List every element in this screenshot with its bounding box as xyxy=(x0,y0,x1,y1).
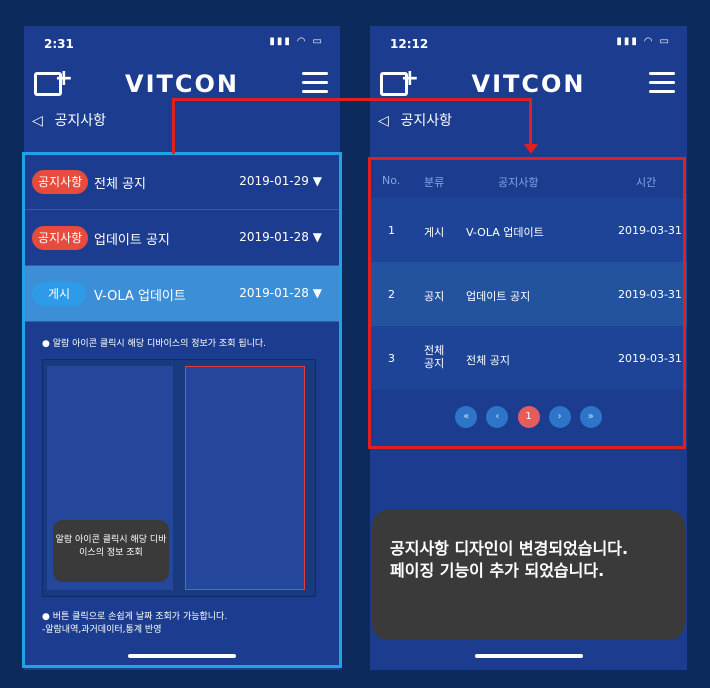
signal-wifi-battery-icon: ▮▮▮ ◠ ▭ xyxy=(269,36,324,47)
arrow-line xyxy=(172,98,532,101)
megaphone-icon: ◁ xyxy=(32,113,43,129)
notice-header: ◁ 공지사항 xyxy=(378,110,452,130)
menu-icon[interactable] xyxy=(302,72,328,94)
menu-icon[interactable] xyxy=(649,72,675,94)
megaphone-icon: ◁ xyxy=(378,113,389,129)
logo: VITCON xyxy=(125,70,239,98)
notice-title: 공지사항 xyxy=(54,113,106,129)
status-bar: 2:31 ▮▮▮ ◠ ▭ xyxy=(24,26,340,62)
notice-header: ◁ 공지사항 xyxy=(32,110,106,130)
logo: VITCON xyxy=(471,70,586,98)
notice-title: 공지사항 xyxy=(400,113,452,129)
status-time: 12:12 xyxy=(390,37,429,51)
highlight-box-left xyxy=(22,152,342,668)
status-bar: 12:12 ▮▮▮ ◠ ▭ xyxy=(370,26,687,62)
arrow-line xyxy=(529,98,532,150)
highlight-box-right xyxy=(368,157,686,449)
arrow-line xyxy=(172,98,175,154)
home-indicator xyxy=(474,654,583,658)
callout-box: 공지사항 디자인이 변경되었습니다. 페이징 기능이 추가 되었습니다. xyxy=(372,510,685,640)
signal-wifi-battery-icon: ▮▮▮ ◠ ▭ xyxy=(616,36,671,47)
arrow-head-icon xyxy=(524,144,538,154)
status-time: 2:31 xyxy=(44,37,74,51)
